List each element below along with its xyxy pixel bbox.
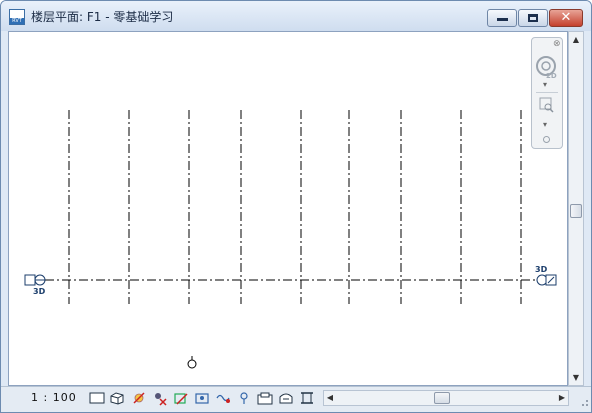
detail-level-icon[interactable] [89,390,105,406]
vertical-scrollbar[interactable]: ▲ ▼ [568,31,584,386]
app-icon-label: RVT [10,18,24,24]
shadows-icon[interactable] [152,390,168,406]
sun-path-icon[interactable] [131,390,147,406]
navbar-options-icon[interactable] [543,136,550,143]
wheel-dropdown-chevron-icon[interactable]: ▾ [543,80,547,89]
drawing-area[interactable]: 3D 3D [8,31,568,386]
analytical-model-icon[interactable] [299,390,315,406]
temporary-view-properties-icon[interactable] [257,390,273,406]
steering-wheel-label: 2D [546,72,557,80]
maximize-icon [528,14,538,22]
zoom-dropdown-chevron-icon[interactable]: ▾ [543,120,547,129]
view-scale[interactable]: 1 : 100 [31,391,77,404]
view-marker-circle [187,359,197,369]
scroll-down-arrow-icon[interactable]: ▼ [569,370,583,385]
resize-grip-icon[interactable] [577,395,591,413]
navbar-divider [536,92,558,93]
close-icon: ✕ [560,10,572,25]
grid-head-left-box [24,274,36,286]
scroll-right-arrow-icon[interactable]: ▶ [556,391,568,405]
crop-region-visibility-icon[interactable] [194,390,210,406]
horizontal-scrollbar[interactable]: ◀ ▶ [323,390,569,406]
plan-view-drawing [24,110,557,369]
reveal-constraints-icon[interactable] [278,390,294,406]
minimize-button[interactable] [487,9,517,27]
close-button[interactable]: ✕ [549,9,583,27]
minimize-icon [497,18,508,21]
temporary-hide-icon[interactable] [215,390,231,406]
window-title: 楼层平面: F1 - 零基础学习 [31,10,174,24]
navigation-bar: ⊗ 2D ▾ ▾ [531,37,563,149]
vertical-scroll-thumb[interactable] [570,204,582,218]
navbar-close-icon[interactable]: ⊗ [553,39,561,49]
maximize-button[interactable] [518,9,548,27]
revit-file-icon: RVT [9,9,25,25]
title-bar[interactable]: RVT 楼层平面: F1 - 零基础学习 ✕ [1,1,591,31]
3d-marker-right[interactable]: 3D [535,265,547,274]
scroll-up-arrow-icon[interactable]: ▲ [569,32,583,47]
scroll-left-arrow-icon[interactable]: ◀ [324,391,336,405]
reveal-hidden-icon[interactable] [236,390,252,406]
crop-view-icon[interactable] [173,390,189,406]
visual-style-icon[interactable] [109,390,125,406]
horizontal-scroll-thumb[interactable] [434,392,450,404]
3d-marker-left[interactable]: 3D [33,287,45,296]
revit-view-window: RVT 楼层平面: F1 - 零基础学习 ✕ 3D 3D ⊗ 2D ▾ ▾ ▲ … [0,0,592,413]
zoom-region-icon[interactable] [532,96,562,118]
view-control-bar: 1 : 100 ◀ ▶ [1,386,591,413]
